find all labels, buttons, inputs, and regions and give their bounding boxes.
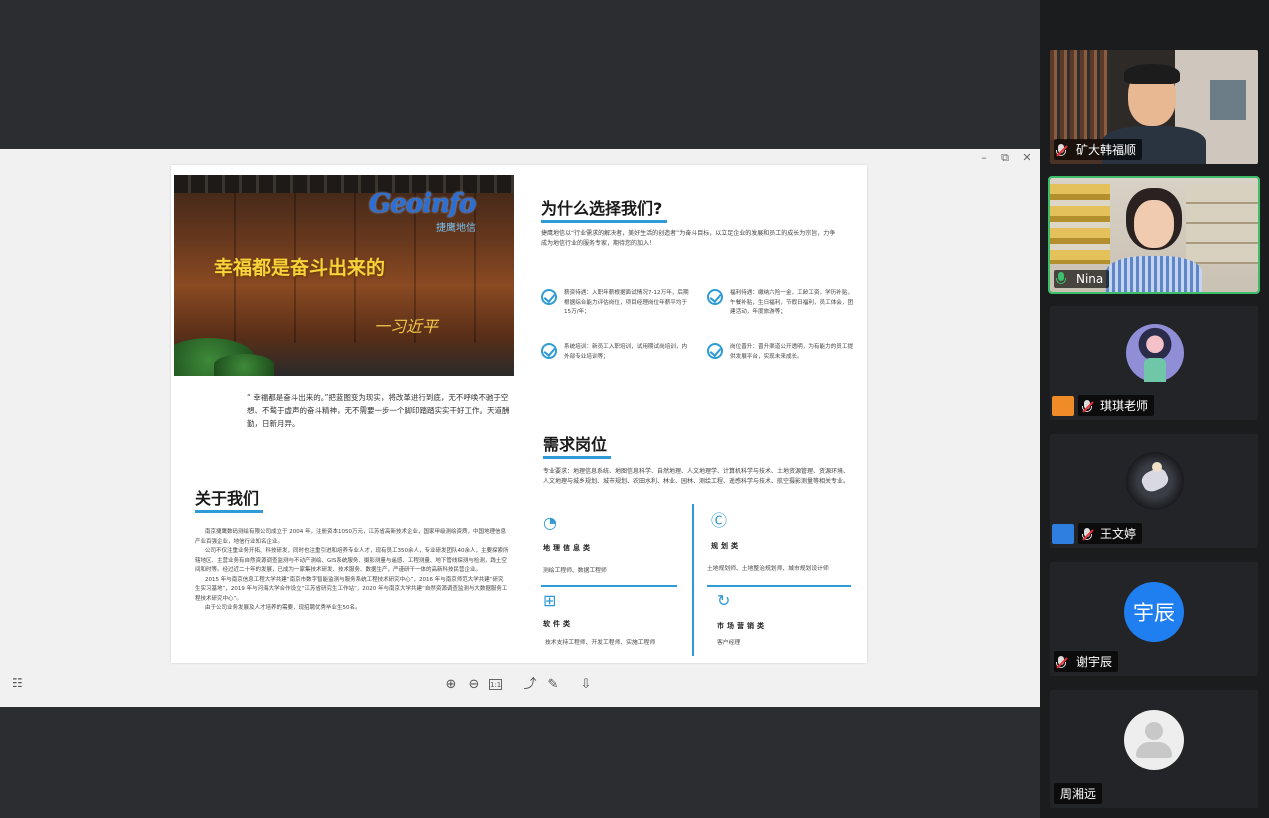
job-desc-software: 技术支持工程师、开发工程师、实施工程师 [545, 640, 656, 646]
participant-name: 矿大韩福顺 [1054, 139, 1143, 160]
job-category-planning: 规划类 [711, 542, 741, 550]
check-icon [541, 289, 557, 305]
restore-button[interactable]: ⧉ [995, 151, 1015, 165]
participant-tile[interactable]: 周湘远 [1050, 690, 1258, 808]
benefit-training: 系统培训：新员工入职培训，试用期试岗培训，内外部专业培训等； [564, 344, 688, 360]
avatar-initials-text: 宇辰 [1133, 601, 1175, 625]
document-viewer-window: – ⧉ ✕ Geoinfo 捷鹰地信 幸福都是奋斗出来的 一习近平 “ 幸福都是… [0, 149, 1040, 707]
mic-muted-icon [1082, 528, 1094, 542]
participant-tile[interactable]: 矿大韩福顺 [1050, 50, 1258, 164]
default-avatar-icon [1124, 710, 1184, 770]
wall-slogan: 幸福都是奋斗出来的 [214, 257, 386, 279]
rotate-icon[interactable]: ⤴ [522, 677, 538, 693]
shared-screen-area: – ⧉ ✕ Geoinfo 捷鹰地信 幸福都是奋斗出来的 一习近平 “ 幸福都是… [0, 0, 1040, 818]
check-icon [707, 343, 723, 359]
about-body: 南京捷鹰数码测绘有限公司成立于 2004 年，注册资本1050万元，江苏省高新技… [195, 528, 509, 614]
brochure-page: Geoinfo 捷鹰地信 幸福都是奋斗出来的 一习近平 “ 幸福都是奋斗出来的。… [171, 165, 867, 663]
host-badge-icon [1052, 396, 1074, 416]
benefit-welfare: 福利待遇：缴纳六险一金，工龄工资，学历补贴，午餐补贴，生日福利，节假日福利，员工… [730, 290, 854, 315]
job-category-software: 软件类 [543, 620, 573, 628]
avatar-initials: 宇辰 [1124, 582, 1184, 642]
wall-signature: 一习近平 [374, 317, 439, 336]
job-desc-marketing: 客户经理 [717, 640, 741, 646]
office-photo: Geoinfo 捷鹰地信 幸福都是奋斗出来的 一习近平 [174, 175, 514, 376]
about-paragraph: 南京捷鹰数码测绘有限公司成立于 2004 年，注册资本1050万元，江苏省高新技… [195, 529, 506, 545]
job-desc-planning: 土地规划师、土地整治规划师、城市规划设计师 [707, 566, 829, 572]
job-category-gis: 地理信息类 [543, 544, 593, 552]
zoom-in-icon[interactable]: ⊕ [443, 677, 459, 693]
avatar [1126, 324, 1184, 382]
mic-muted-icon [1082, 400, 1094, 414]
refresh-icon: ↻ [717, 591, 731, 610]
about-paragraph: 2015 年与南京信息工程大学共建“南京市数字智能监测与服务系统工程技术研究中心… [195, 576, 508, 602]
download-icon[interactable]: ⇩ [578, 677, 594, 693]
participant-tile-active-speaker[interactable]: Nina [1048, 176, 1260, 294]
company-logo: Geoinfo [369, 189, 476, 219]
participant-tile[interactable]: 王文婷 [1050, 434, 1258, 548]
annotate-pen-icon[interactable]: ✎ [545, 677, 561, 693]
check-icon [541, 343, 557, 359]
avatar [1126, 452, 1184, 510]
viewer-toolbar: ⊕ ⊖ 1:1 ⤴ ✎ ⇩ [0, 669, 1040, 705]
benefit-salary: 薪资待遇：入职年薪根据面试情况7-12万年，后期根据综合能力评估岗位，项目经理岗… [564, 290, 689, 315]
participant-name: 周湘远 [1054, 783, 1103, 804]
about-paragraph: 由于公司业务发展及人才培养的需要，现招聘优秀毕业生50名。 [205, 605, 361, 611]
pie-chart-icon: ◔ [543, 513, 557, 532]
job-desc-gis: 测绘工程师、数据工程师 [543, 568, 607, 574]
about-title: 关于我们 [195, 485, 263, 513]
mic-muted-icon [1056, 144, 1068, 158]
copyright-circle-icon: Ⓒ [711, 511, 728, 530]
mic-muted-icon [1056, 656, 1068, 670]
participant-tile[interactable]: 宇辰 谢宇辰 [1050, 562, 1258, 676]
minimize-button[interactable]: – [974, 151, 994, 164]
benefit-promotion: 岗位晋升：晋升渠道公开透明，为有能力的员工提供发展平台，实现未来成长。 [730, 344, 854, 360]
cohost-badge-icon [1052, 524, 1074, 544]
slogan-quote: “ 幸福都是奋斗出来的。”把蓝图变为现实，将改革进行到底，无不呼唤不驰于空想、不… [247, 393, 510, 428]
actual-size-icon[interactable]: 1:1 [489, 679, 502, 690]
major-requirements: 专业要求：地理信息系统、地图信息科学、自然地理、人文地理学、计算机科学与技术、土… [543, 468, 850, 485]
jobs-title: 需求岗位 [543, 431, 611, 459]
windows-icon: ⊞ [543, 591, 557, 610]
check-icon [707, 289, 723, 305]
close-button[interactable]: ✕ [1017, 151, 1037, 164]
why-title: 为什么选择我们? [541, 195, 667, 223]
zoom-out-icon[interactable]: ⊖ [466, 677, 482, 693]
company-logo-cn: 捷鹰地信 [436, 223, 476, 234]
why-intro: 捷鹰地信以“行业需求的解决者，美好生活的创造者”为奋斗目标，以立足企业的发展和员… [541, 230, 836, 247]
participant-tile[interactable]: 琪琪老师 [1050, 306, 1258, 420]
mic-on-icon [1056, 272, 1066, 286]
about-paragraph: 公司不仅注重业务开拓、科技研发，同时也注重引进和培养专业人才，现有员工350余人… [195, 548, 509, 573]
job-category-marketing: 市场营销类 [717, 622, 767, 630]
participants-panel: 矿大韩福顺 Nina 琪琪老师 王文婷 宇辰 谢宇辰 周湘远 [1040, 0, 1269, 818]
